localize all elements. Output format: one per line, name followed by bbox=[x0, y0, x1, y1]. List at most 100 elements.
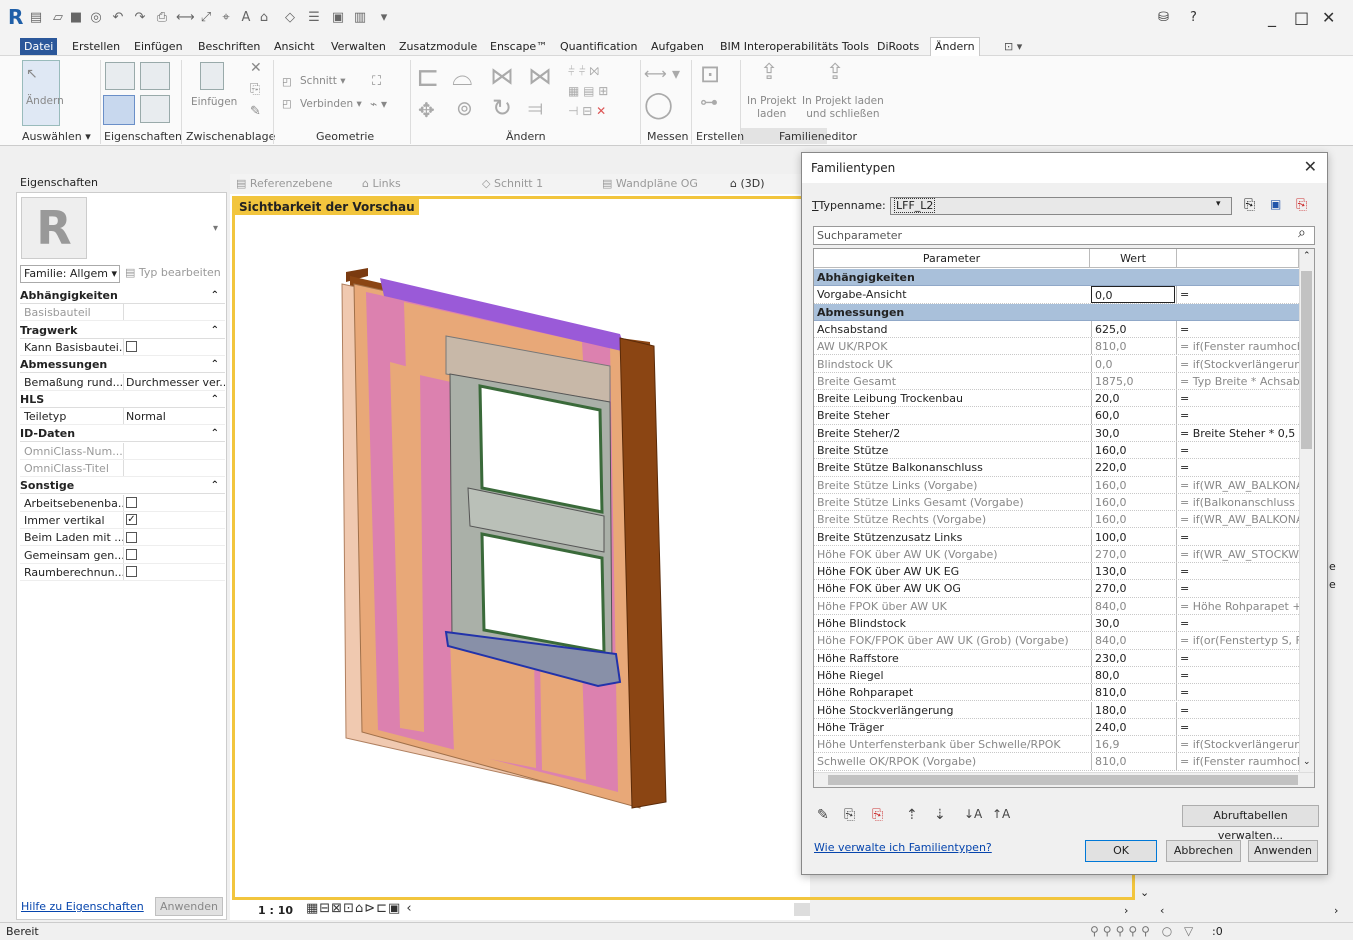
parameter-row[interactable]: Höhe Rohparapet 810,0 = bbox=[814, 684, 1299, 702]
print-icon[interactable]: ⎙ bbox=[154, 9, 170, 27]
parameter-value[interactable]: 840,0 bbox=[1091, 632, 1175, 649]
offset-icon[interactable]: ⌓ bbox=[452, 62, 473, 93]
parameter-value[interactable]: 0,0 bbox=[1091, 286, 1175, 303]
tab-aufgaben[interactable]: Aufgaben bbox=[647, 38, 708, 55]
rename-type-icon[interactable]: ▣ bbox=[1270, 197, 1281, 211]
cut-geometry-label[interactable]: Schnitt ▾ bbox=[300, 75, 346, 87]
dimension-tool-icon[interactable]: ◯ bbox=[644, 90, 673, 120]
revit-logo[interactable]: R bbox=[8, 5, 23, 29]
sync-icon[interactable]: ◎ bbox=[88, 9, 104, 27]
delete-parameter-icon[interactable]: ⎘ bbox=[872, 807, 883, 823]
view-scroll-right-icon[interactable]: › bbox=[1124, 904, 1128, 917]
property-group-header[interactable]: Abhängigkeiten ⌃ bbox=[20, 287, 225, 304]
parameter-formula[interactable]: = if(Stockverlängerung, bbox=[1176, 736, 1299, 753]
parameter-row[interactable]: Höhe Unterfensterbank über Schwelle/RPOK… bbox=[814, 736, 1299, 754]
property-group-header[interactable]: HLS ⌃ bbox=[20, 390, 225, 408]
parameter-group-header[interactable]: Abhängigkeiten bbox=[814, 269, 1299, 287]
parameter-row[interactable]: Höhe FPOK über AW UK 840,0 = Höhe Rohparap… bbox=[814, 597, 1299, 615]
parameter-value[interactable]: 80,0 bbox=[1091, 666, 1175, 684]
parameter-value[interactable]: 270,0 bbox=[1091, 580, 1175, 597]
family-types-help-link[interactable]: Wie verwalte ich Familientypen? bbox=[814, 841, 992, 854]
cut-geometry-icon[interactable]: ◰ bbox=[282, 76, 292, 88]
parameter-formula[interactable]: = Breite Steher * 0,5 bbox=[1176, 424, 1299, 441]
property-value[interactable]: Normal bbox=[126, 408, 166, 424]
view-control-icons[interactable]: ▦⊟⊠⊡⌂⊳⊏▣ ‹ bbox=[306, 901, 413, 916]
paint-icon[interactable]: ⛶ bbox=[372, 74, 381, 89]
parameter-value[interactable]: 16,9 bbox=[1091, 736, 1175, 753]
parameter-formula[interactable]: = bbox=[1176, 563, 1299, 580]
panel-toggle-icon[interactable]: ⊡ ▾ bbox=[1000, 38, 1026, 55]
parameter-value[interactable]: 160,0 bbox=[1091, 476, 1175, 493]
dialog-close-icon[interactable]: ✕ bbox=[1304, 157, 1317, 176]
maximize-icon[interactable]: □ bbox=[1294, 6, 1309, 30]
property-row[interactable]: Gemeinsam gen... bbox=[20, 546, 225, 564]
tab-verwalten[interactable]: Verwalten bbox=[327, 38, 390, 55]
parameter-value[interactable]: 625,0 bbox=[1091, 320, 1175, 338]
paste-label[interactable]: Einfügen bbox=[191, 96, 237, 108]
search-icon[interactable]: ⌕ bbox=[1298, 225, 1306, 241]
family-types-icon[interactable] bbox=[105, 62, 135, 90]
status-icons[interactable]: ⚲⚲⚲⚲⚲ ○ ▽ bbox=[1090, 924, 1197, 938]
property-group-header[interactable]: Sonstige ⌃ bbox=[20, 477, 225, 495]
group-auswaehlen[interactable]: Auswählen ▾ bbox=[22, 130, 91, 143]
parameter-formula[interactable]: = Typ Breite * Achsabsta bbox=[1176, 372, 1299, 390]
property-value[interactable] bbox=[126, 495, 137, 511]
open-icon[interactable]: ▤ bbox=[28, 9, 44, 27]
canvas-scroll-right-icon[interactable]: › bbox=[1334, 904, 1338, 917]
tab-aendern[interactable]: Ändern bbox=[930, 37, 980, 56]
parameter-row[interactable]: Breite Leibung Trockenbau 20,0 = bbox=[814, 390, 1299, 408]
view-scroll-down-icon[interactable]: ⌄ bbox=[1140, 886, 1149, 899]
tab-beschriften[interactable]: Beschriften bbox=[194, 38, 264, 55]
property-row[interactable]: OmniClass-Num... bbox=[20, 442, 225, 460]
parameter-value[interactable]: 270,0 bbox=[1091, 545, 1175, 563]
load-and-close-button[interactable]: In Projekt laden und schließen bbox=[802, 95, 884, 121]
parameter-formula[interactable]: = if(WR_AW_STOCKWEF bbox=[1176, 545, 1299, 563]
parameter-formula[interactable]: = if(Fenster raumhoch, ( bbox=[1176, 338, 1299, 355]
property-group-header[interactable]: Abmessungen ⌃ bbox=[20, 356, 225, 374]
parameter-formula[interactable]: = Höhe Rohparapet + H bbox=[1176, 597, 1299, 614]
family-selector[interactable]: Familie: Allgem ▾ bbox=[20, 265, 120, 283]
parameter-value[interactable]: 60,0 bbox=[1091, 407, 1175, 424]
tab-zusatzmodule[interactable]: Zusatzmodule bbox=[395, 38, 481, 55]
tab-ansicht[interactable]: Ansicht bbox=[270, 38, 319, 55]
parameter-value[interactable]: 230,0 bbox=[1091, 649, 1175, 666]
minimize-icon[interactable]: _ bbox=[1268, 6, 1276, 30]
parameter-value[interactable]: 810,0 bbox=[1091, 684, 1175, 701]
property-value[interactable] bbox=[126, 564, 137, 580]
tab-view-wandplaene[interactable]: ▤ Wandpläne OG bbox=[602, 177, 698, 190]
properties-help-link[interactable]: Hilfe zu Eigenschaften bbox=[21, 900, 144, 913]
close-hidden-icon[interactable]: ▣ bbox=[330, 9, 346, 27]
copy-icon[interactable]: ⎘ bbox=[250, 82, 260, 97]
cancel-button[interactable]: Abbrechen bbox=[1166, 840, 1241, 862]
parameter-formula[interactable]: = bbox=[1176, 701, 1299, 718]
mirror-draw-icon[interactable]: ⋈ bbox=[528, 62, 552, 90]
new-type-icon[interactable]: ⎘ bbox=[1244, 197, 1255, 213]
parameter-formula[interactable]: = bbox=[1176, 580, 1299, 597]
edit-parameter-icon[interactable]: ✎ bbox=[817, 807, 829, 823]
delete-type-icon[interactable]: ⎘ bbox=[1296, 197, 1307, 213]
scale-icon[interactable]: ⊣ ⊟ ✕ bbox=[568, 104, 606, 118]
parameter-value[interactable]: 130,0 bbox=[1091, 563, 1175, 580]
parameter-formula[interactable]: = bbox=[1176, 649, 1299, 666]
join-icon[interactable]: ◰ bbox=[282, 98, 292, 110]
search-parameter-input[interactable]: Suchparameter bbox=[813, 226, 1315, 245]
property-row[interactable]: Immer vertikal ✓ bbox=[20, 511, 225, 529]
property-value[interactable]: Durchmesser ver... bbox=[126, 374, 225, 390]
col-header-value[interactable]: Wert bbox=[1090, 249, 1177, 268]
parameter-row[interactable]: Höhe Raffstore 230,0 = bbox=[814, 649, 1299, 667]
parameter-formula[interactable]: = bbox=[1176, 666, 1299, 684]
type-properties-icon[interactable] bbox=[140, 95, 170, 123]
parameter-row[interactable]: Breite Gesamt 1875,0 = Typ Breite * Achsab… bbox=[814, 372, 1299, 391]
folder-icon[interactable]: ▱ bbox=[50, 9, 66, 27]
cut-icon[interactable]: ✕ bbox=[250, 60, 262, 76]
property-group-header[interactable]: Tragwerk ⌃ bbox=[20, 321, 225, 339]
parameter-row[interactable]: Höhe FOK/FPOK über AW UK (Grob) (Vorgabe… bbox=[814, 632, 1299, 650]
measure-icon[interactable]: ⟷ bbox=[176, 9, 195, 27]
parameter-row[interactable]: Höhe Blindstock 30,0 = bbox=[814, 615, 1299, 633]
parameter-row[interactable]: AW UK/RPOK 810,0= if(Fenster raumhoch, ( bbox=[814, 338, 1299, 356]
edit-type-button[interactable]: ▤ Typ bearbeiten bbox=[125, 265, 221, 281]
parameter-formula[interactable]: = if(WR_AW_BALKONAI bbox=[1176, 476, 1299, 493]
parameter-value[interactable]: 30,0 bbox=[1091, 615, 1175, 632]
parameter-row[interactable]: Breite Stütze 160,0 = bbox=[814, 442, 1299, 460]
parameter-formula[interactable]: = bbox=[1176, 684, 1299, 701]
